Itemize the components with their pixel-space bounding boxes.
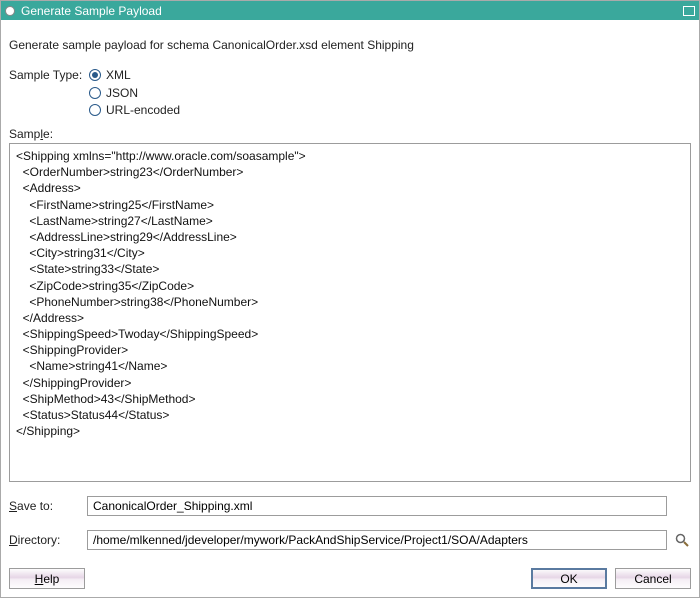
- radio-xml[interactable]: XML: [89, 68, 131, 82]
- radio-url-indicator: [89, 104, 101, 116]
- directory-row: Directory:: [9, 530, 691, 550]
- sample-type-label: Sample Type:: [9, 68, 89, 82]
- help-button[interactable]: Help: [9, 568, 85, 589]
- dialog-window: Generate Sample Payload Generate sample …: [0, 0, 700, 598]
- radio-json-indicator: [89, 87, 101, 99]
- radio-json-label: JSON: [106, 86, 138, 100]
- sample-label: Sample:: [9, 127, 691, 141]
- radio-group-rest: JSON URL-encoded: [89, 86, 691, 117]
- directory-label: Directory:: [9, 533, 81, 547]
- save-to-row: Save to:: [9, 496, 691, 516]
- window-bullet-icon: [5, 6, 15, 16]
- description-text: Generate sample payload for schema Canon…: [9, 38, 691, 52]
- content-area: Generate sample payload for schema Canon…: [1, 20, 699, 558]
- save-to-input[interactable]: [87, 496, 667, 516]
- radio-xml-label: XML: [106, 68, 131, 82]
- radio-url-label: URL-encoded: [106, 103, 180, 117]
- ok-button[interactable]: OK: [531, 568, 607, 589]
- radio-url[interactable]: URL-encoded: [89, 103, 691, 117]
- radio-json[interactable]: JSON: [89, 86, 691, 100]
- cancel-button[interactable]: Cancel: [615, 568, 691, 589]
- titlebar: Generate Sample Payload: [1, 1, 699, 20]
- save-to-label: Save to:: [9, 499, 81, 513]
- maximize-icon[interactable]: [683, 6, 695, 16]
- radio-xml-indicator: [89, 69, 101, 81]
- button-bar: Help OK Cancel: [1, 558, 699, 597]
- sample-textarea[interactable]: <Shipping xmlns="http://www.oracle.com/s…: [9, 143, 691, 482]
- sample-type-row: Sample Type: XML: [9, 68, 691, 82]
- window-title: Generate Sample Payload: [21, 4, 683, 18]
- magnifier-icon: [674, 532, 690, 548]
- directory-input[interactable]: [87, 530, 667, 550]
- browse-button[interactable]: [673, 531, 691, 549]
